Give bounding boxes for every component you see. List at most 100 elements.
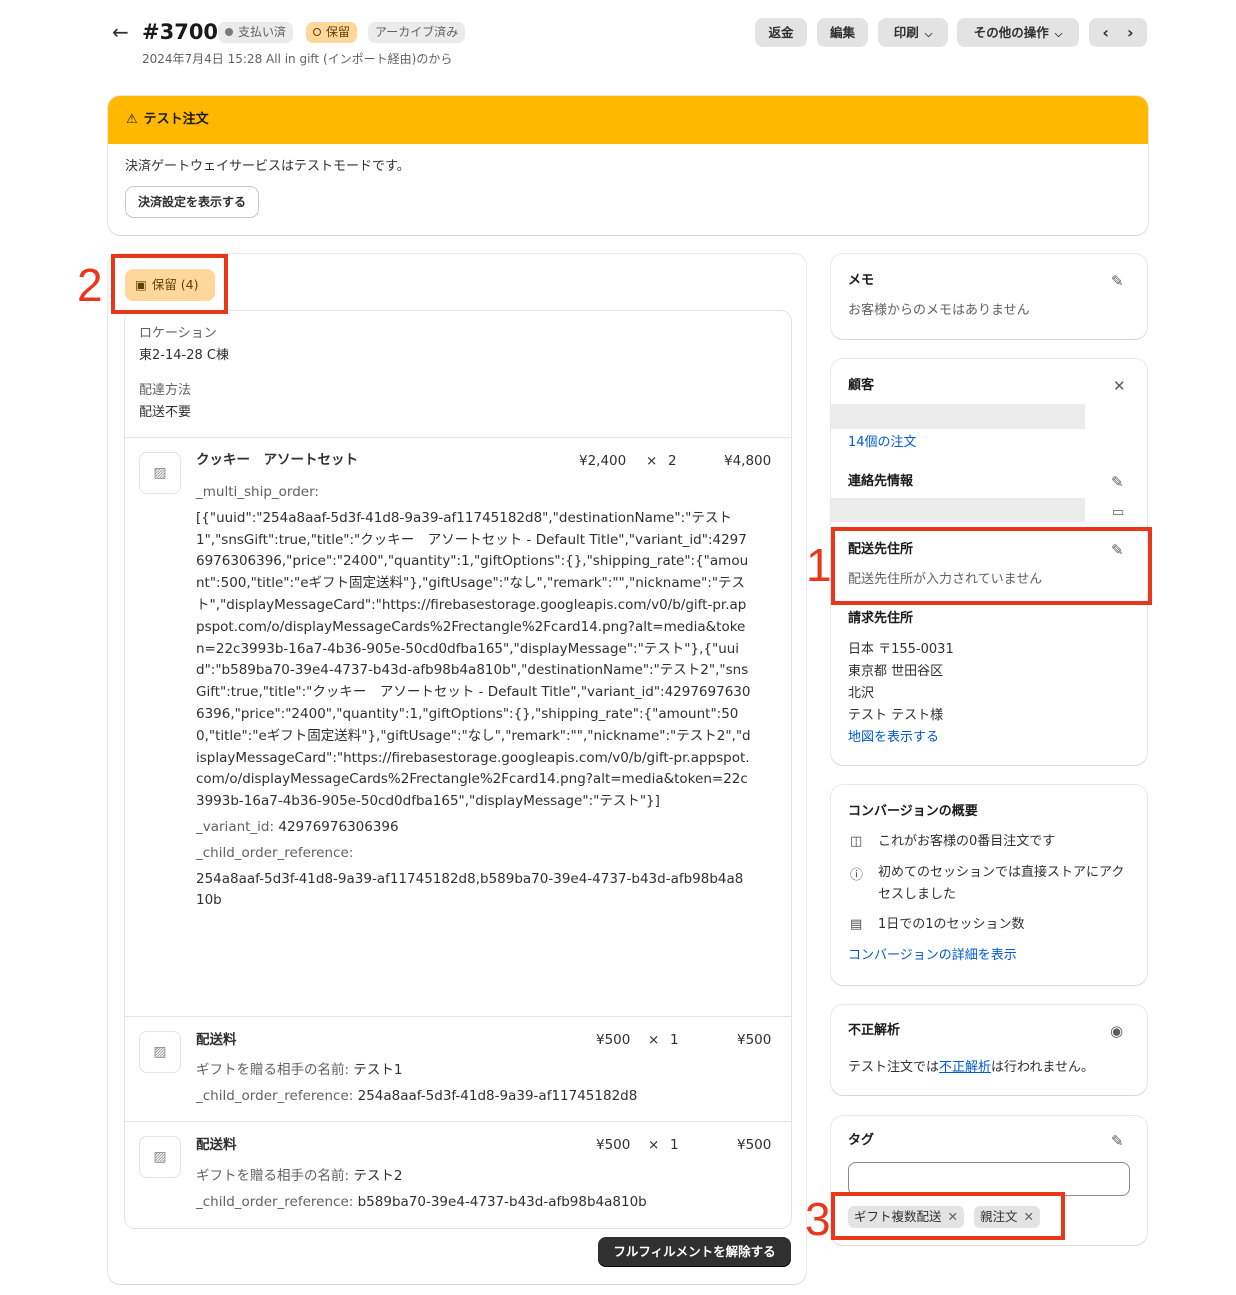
refund-label: 返金 — [768, 25, 794, 40]
hold-badge-label: 保留 — [326, 25, 351, 39]
paid-badge-label: 支払い済 — [238, 25, 287, 39]
pencil-icon[interactable]: ✎ — [1111, 473, 1124, 491]
divider — [125, 1121, 791, 1122]
fraud-analysis-link[interactable]: 不正解析 — [939, 1060, 991, 1075]
line-item-name[interactable]: 配送料 — [196, 1135, 237, 1157]
edit-button[interactable]: 編集 — [817, 18, 868, 47]
chevron-down-icon: ⌵ — [1054, 29, 1063, 40]
divider — [125, 1016, 791, 1017]
property-key: _variant_id: — [196, 818, 275, 835]
line-item-price: ¥500 — [596, 1032, 631, 1048]
property-row: _child_order_reference: b589ba70-39e4-47… — [196, 1192, 647, 1214]
conversion-line: 初めてのセッションでは直接ストアにアクセスしました — [878, 865, 1125, 902]
back-arrow-icon[interactable]: ← — [112, 18, 134, 46]
property-key: _multi_ship_order: — [196, 484, 319, 500]
release-fulfillment-button[interactable]: フルフィルメントを解除する — [598, 1237, 791, 1267]
eye-icon[interactable]: ◉ — [1110, 1022, 1123, 1040]
location-value: 東2-14-28 C棟 — [139, 348, 229, 363]
property-key: _child_order_reference: — [196, 1194, 354, 1210]
clipboard-icon[interactable]: ▭ — [1112, 504, 1124, 522]
customer-orders-link[interactable]: 14個の注文 — [848, 433, 917, 453]
property-value: 254a8aaf-5d3f-41d8-9a39-af11745182d8 — [357, 1088, 638, 1104]
order-number: #3700 — [142, 20, 219, 44]
fraud-title: 不正解析 — [848, 1023, 901, 1038]
conversion-line: これがお客様の0番目注文です — [878, 834, 1056, 849]
fraud-text: テスト注文では不正解析は行われません。 — [848, 1058, 1094, 1078]
print-label: 印刷 — [893, 25, 919, 40]
property-value: テスト1 — [353, 1062, 403, 1078]
test-order-banner: ⚠ テスト注文 決済ゲートウェイサービスはテストモードです。 決済設定を表示する — [108, 96, 1148, 235]
line-item-quantity: 1 — [670, 1032, 679, 1048]
hold-status-badge: 保留 — [306, 22, 358, 43]
property-row: _child_order_reference: 254a8aaf-5d3f-41… — [196, 1086, 637, 1108]
annotation-box-hold — [111, 254, 228, 314]
billing-line: 東京都 世田谷区 — [848, 664, 944, 679]
fraud-text-before: テスト注文では — [848, 1060, 940, 1075]
more-actions-label: その他の操作 — [973, 25, 1049, 40]
line-item-times: × — [648, 1032, 660, 1048]
warning-icon: ⚠ — [126, 112, 138, 127]
archived-badge-label: アーカイブ済み — [375, 25, 459, 39]
conversion-line: 1日での1のセッション数 — [878, 917, 1025, 932]
annotation-number: 3 — [805, 1193, 831, 1245]
view-map-link[interactable]: 地図を表示する — [848, 728, 939, 748]
property-value: b589ba70-39e4-4737-b43d-afb98b4a810b — [357, 1194, 647, 1210]
billing-line: 日本 〒155-0031 — [848, 642, 954, 657]
billing-line: 北沢 — [848, 686, 875, 701]
line-item-name[interactable]: クッキー アソートセット — [196, 450, 358, 472]
view-payment-settings-button[interactable]: 決済設定を表示する — [126, 187, 259, 217]
sessions-icon: ▤ — [850, 917, 863, 932]
annotation-number: 1 — [806, 539, 832, 591]
close-icon[interactable]: ✕ — [1113, 377, 1126, 395]
annotation-box-shipping — [831, 527, 1152, 605]
product-image-placeholder-icon: ▨ — [139, 1136, 181, 1178]
hold-ring-icon — [313, 28, 321, 36]
dot-icon — [225, 28, 233, 36]
line-item-price: ¥500 — [596, 1137, 631, 1153]
line-item-times: × — [646, 453, 658, 469]
test-banner-title: テスト注文 — [143, 112, 209, 127]
property-value: 254a8aaf-5d3f-41d8-9a39-af11745182d8,b58… — [196, 870, 744, 909]
billing-line: テスト テスト様 — [848, 708, 944, 723]
refund-button[interactable]: 返金 — [755, 18, 807, 47]
line-item-times: × — [648, 1137, 660, 1153]
line-item-price: ¥2,400 — [579, 453, 627, 469]
property-key: _child_order_reference: — [196, 1088, 354, 1104]
print-button[interactable]: 印刷 ⌵ — [878, 18, 948, 47]
contact-info-title: 連絡先情報 — [848, 474, 914, 489]
delivery-method-label: 配達方法 — [139, 383, 192, 398]
billing-address-title: 請求先住所 — [848, 611, 914, 626]
line-item-properties: _multi_ship_order: [{"uuid":"254a8aaf-5d… — [196, 482, 751, 912]
memo-text: お客様からのメモはありません — [848, 303, 1030, 318]
property-row: ギフトを贈る相手の名前: テスト2 — [196, 1166, 402, 1188]
line-item-name[interactable]: 配送料 — [196, 1030, 237, 1052]
fraud-analysis-card: 不正解析 ◉ テスト注文では不正解析は行われません。 — [831, 1005, 1147, 1095]
fraud-text-after: は行われません。 — [991, 1060, 1094, 1075]
property-key: ギフトを贈る相手の名前: — [196, 1168, 350, 1184]
tags-input[interactable] — [848, 1162, 1130, 1196]
tags-title: タグ — [848, 1133, 875, 1148]
delivery-method-value: 配送不要 — [139, 405, 192, 420]
pencil-icon[interactable]: ✎ — [1111, 1132, 1124, 1150]
redacted-customer-name — [831, 404, 1085, 429]
next-order-button[interactable]: › — [1127, 23, 1134, 42]
more-actions-button[interactable]: その他の操作 ⌵ — [957, 18, 1079, 47]
session-info-icon: ⓘ — [850, 868, 864, 883]
conversion-title: コンバージョンの概要 — [848, 804, 978, 819]
test-banner-message: 決済ゲートウェイサービスはテストモードです。 — [125, 159, 410, 174]
line-item-total: ¥500 — [737, 1032, 772, 1048]
conversion-summary-card: コンバージョンの概要 ◫ これがお客様の0番目注文です ⓘ 初めてのセッションで… — [831, 785, 1147, 985]
property-row: _variant_id: 42976976306396 — [196, 817, 751, 839]
order-pager: ‹ › — [1089, 18, 1147, 47]
divider — [125, 437, 791, 438]
previous-order-button[interactable]: ‹ — [1102, 23, 1109, 42]
conversion-details-link[interactable]: コンバージョンの詳細を表示 — [848, 946, 1017, 966]
memo-card: メモ ✎ お客様からのメモはありません — [831, 254, 1147, 339]
property-value: 42976976306396 — [278, 818, 399, 835]
product-image-placeholder-icon: ▨ — [139, 452, 181, 494]
line-item-quantity: 1 — [670, 1137, 679, 1153]
paid-status-badge: 支払い済 — [218, 22, 294, 43]
property-key: ギフトを贈る相手の名前: — [196, 1062, 350, 1078]
pencil-icon[interactable]: ✎ — [1111, 272, 1124, 290]
edit-label: 編集 — [829, 25, 855, 40]
